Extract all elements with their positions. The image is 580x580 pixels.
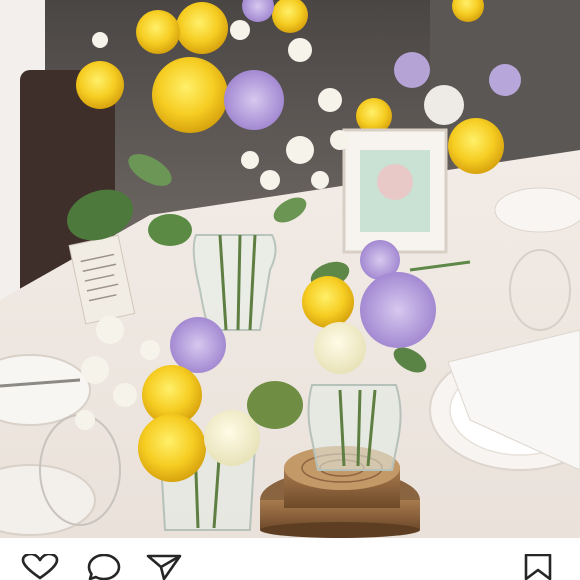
send-icon — [146, 554, 182, 580]
share-button[interactable] — [144, 554, 184, 580]
save-button[interactable] — [518, 554, 558, 580]
post-action-bar — [0, 538, 580, 580]
centerpiece-photo — [0, 0, 580, 538]
heart-icon — [21, 554, 59, 580]
post-photo — [0, 0, 580, 538]
comment-button[interactable] — [84, 554, 124, 580]
comment-icon — [87, 554, 121, 580]
like-button[interactable] — [20, 554, 60, 580]
bookmark-icon — [524, 554, 552, 580]
